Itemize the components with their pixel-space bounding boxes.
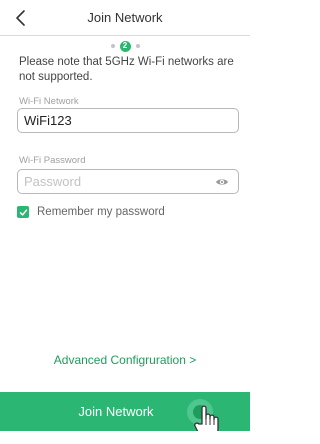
advanced-configuration-link[interactable]: Advanced Configruration > [0,353,250,367]
wifi-network-label: Wi-Fi Network [19,96,79,107]
step-dot [135,44,140,48]
wifi-password-input[interactable] [24,172,204,191]
check-icon [19,208,27,216]
header-bar: Join Network [0,0,250,36]
join-network-label: Join Network [78,404,154,419]
wifi-password-field[interactable] [17,169,239,194]
bottom-strip [0,431,250,444]
page-title: Join Network [87,10,163,25]
wifi-network-field[interactable] [17,108,239,133]
remember-label: Remember my password [37,206,165,218]
remember-password-toggle[interactable]: Remember my password [17,204,165,220]
eye-icon[interactable] [215,176,229,188]
step-active: 2 [119,40,131,52]
step-dot [110,44,115,48]
wifi-network-input[interactable] [24,111,204,130]
remember-checkbox[interactable] [17,206,29,218]
notice-text: Please note that 5GHz Wi-Fi networks are… [19,56,234,83]
wifi-password-label: Wi-Fi Password [19,155,86,166]
step-indicator: 2 [0,40,250,52]
